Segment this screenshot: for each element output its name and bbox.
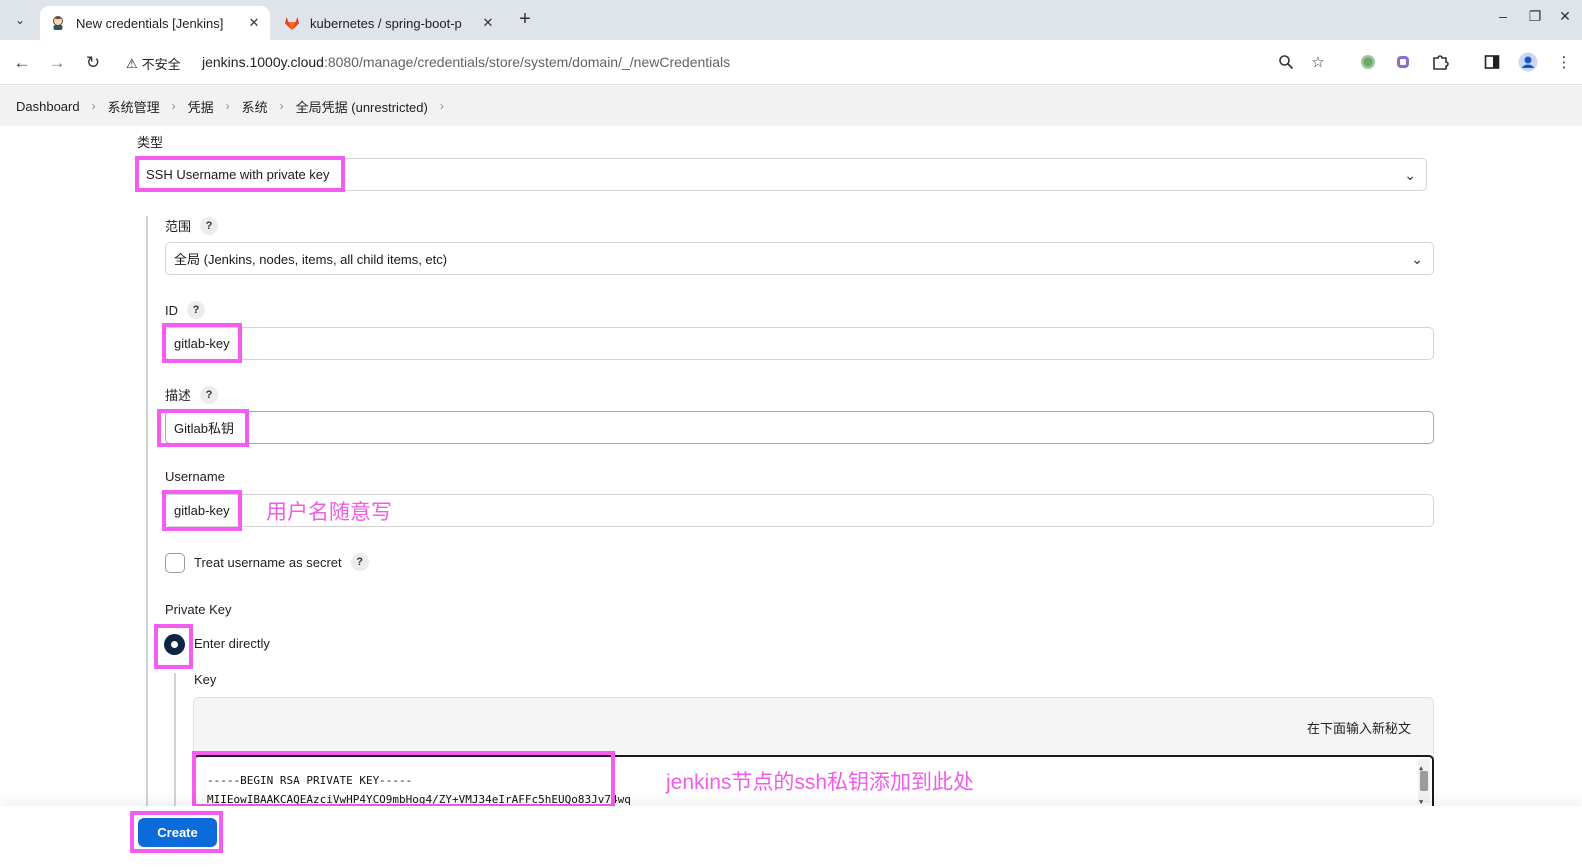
jenkins-favicon-icon bbox=[53, 16, 63, 30]
nested-section-line bbox=[174, 673, 176, 806]
browser-tab-bar: ⌄ New credentials [Jenkins] ✕ kubernetes… bbox=[0, 0, 1582, 40]
username-secret-checkbox[interactable] bbox=[165, 553, 185, 573]
radio-dot bbox=[171, 641, 178, 648]
breadcrumb-chevron-icon[interactable]: › bbox=[440, 99, 444, 113]
nested-section-line bbox=[146, 216, 148, 806]
username-secret-label[interactable]: Treat username as secret ? bbox=[194, 553, 369, 571]
new-tab-plus-icon[interactable]: + bbox=[512, 8, 538, 32]
extensions-puzzle-icon[interactable] bbox=[1429, 51, 1451, 73]
breadcrumb-global-credentials[interactable]: 全局凭据 (unrestricted) bbox=[296, 97, 428, 116]
textarea-scrollbar[interactable]: ▲ ▼ bbox=[1418, 759, 1430, 806]
key-hint: 在下面输入新秘文 bbox=[1306, 721, 1411, 736]
description-field-value: Gitlab私钥 bbox=[174, 421, 234, 436]
create-button[interactable]: Create bbox=[138, 818, 217, 847]
close-tab-icon[interactable]: ✕ bbox=[478, 13, 498, 33]
url-path: :8080/manage/credentials/store/system/do… bbox=[323, 54, 731, 70]
chevron-down-icon: ⌄ bbox=[1411, 251, 1423, 267]
help-icon[interactable]: ? bbox=[187, 301, 205, 319]
url-host: jenkins.1000y.cloud bbox=[202, 54, 324, 70]
profile-avatar-icon[interactable] bbox=[1517, 51, 1539, 73]
address-bar[interactable]: ⚠ 不安全 jenkins.1000y.cloud:8080/manage/cr… bbox=[118, 45, 1346, 80]
private-key-label: Private Key bbox=[165, 602, 232, 617]
close-window-icon[interactable]: ✕ bbox=[1553, 8, 1577, 25]
breadcrumb-chevron-icon: › bbox=[279, 99, 284, 113]
forward-arrow-icon[interactable]: → bbox=[44, 50, 70, 76]
tab-title: New credentials [Jenkins] bbox=[76, 15, 224, 31]
help-icon[interactable]: ? bbox=[350, 553, 369, 571]
minimize-icon[interactable]: – bbox=[1491, 8, 1515, 24]
id-label-text: ID bbox=[165, 302, 178, 318]
restore-icon[interactable]: ❐ bbox=[1523, 8, 1547, 25]
breadcrumb-chevron-icon: › bbox=[225, 99, 230, 113]
kind-select-value: SSH Username with private key bbox=[146, 167, 330, 182]
browser-toolbar: ← → ↻ ⚠ 不安全 jenkins.1000y.cloud:8080/man… bbox=[0, 40, 1582, 85]
breadcrumb-system[interactable]: 系统 bbox=[242, 97, 268, 116]
back-arrow-icon[interactable]: ← bbox=[9, 50, 35, 76]
new-credentials-form: 类型 SSH Username with private key ⌄ 范围 ? … bbox=[0, 126, 1582, 806]
scope-label-text: 范围 bbox=[165, 219, 192, 234]
scope-select-value: 全局 (Jenkins, nodes, items, all child ite… bbox=[174, 252, 448, 267]
scroll-down-icon[interactable]: ▼ bbox=[1419, 793, 1423, 806]
scope-select[interactable]: 全局 (Jenkins, nodes, items, all child ite… bbox=[165, 242, 1434, 275]
insecure-label: 不安全 bbox=[141, 57, 181, 72]
bookmark-star-icon[interactable]: ☆ bbox=[1307, 51, 1329, 73]
tab-kubernetes-gitlab[interactable]: kubernetes / spring-boot-p ✕ bbox=[274, 6, 504, 40]
reload-icon[interactable]: ↻ bbox=[80, 50, 106, 76]
breadcrumb-dashboard[interactable]: Dashboard bbox=[16, 99, 80, 114]
id-label: ID ? bbox=[165, 301, 205, 319]
form-footer: Create bbox=[0, 806, 1582, 867]
tab-new-credentials[interactable]: New credentials [Jenkins] ✕ bbox=[40, 6, 270, 40]
description-label: 描述 ? bbox=[165, 385, 219, 404]
username-label: Username bbox=[165, 469, 225, 484]
kind-select[interactable]: SSH Username with private key ⌄ bbox=[137, 158, 1427, 191]
key-label: Key bbox=[194, 672, 217, 687]
username-annotation: 用户名随意写 bbox=[266, 501, 392, 524]
breadcrumb-chevron-icon: › bbox=[91, 99, 96, 113]
side-panel-icon[interactable] bbox=[1481, 51, 1503, 73]
description-field[interactable]: Gitlab私钥 bbox=[165, 411, 1434, 444]
username-secret-label-text: Treat username as secret bbox=[194, 554, 342, 570]
key-annotation: jenkins节点的ssh私钥添加到此处 bbox=[666, 771, 975, 794]
zoom-magnifier-icon[interactable] bbox=[1275, 51, 1297, 73]
security-indicator[interactable]: ⚠ 不安全 bbox=[126, 54, 181, 73]
extension-green-icon[interactable] bbox=[1357, 51, 1379, 73]
enter-directly-label[interactable]: Enter directly bbox=[194, 636, 270, 651]
breadcrumb-credentials[interactable]: 凭据 bbox=[188, 97, 214, 116]
scope-label: 范围 ? bbox=[165, 216, 219, 235]
help-icon[interactable]: ? bbox=[200, 216, 219, 235]
breadcrumb-manage[interactable]: 系统管理 bbox=[108, 97, 160, 116]
username-field-value: gitlab-key bbox=[174, 503, 230, 518]
scroll-thumb[interactable] bbox=[1420, 771, 1428, 791]
gitlab-favicon-icon bbox=[285, 17, 299, 30]
url-text: jenkins.1000y.cloud:8080/manage/credenti… bbox=[202, 54, 730, 70]
tab-search-chevron-icon[interactable]: ⌄ bbox=[8, 8, 32, 32]
id-field[interactable]: gitlab-key bbox=[165, 327, 1434, 360]
id-field-value: gitlab-key bbox=[174, 336, 230, 351]
chevron-down-icon: ⌄ bbox=[1404, 167, 1416, 183]
kind-label: 类型 bbox=[137, 135, 164, 150]
warning-triangle-icon: ⚠ bbox=[126, 55, 138, 71]
help-icon[interactable]: ? bbox=[200, 385, 219, 404]
enter-directly-radio[interactable] bbox=[164, 634, 185, 655]
description-label-text: 描述 bbox=[165, 388, 192, 403]
tab-title: kubernetes / spring-boot-p bbox=[310, 15, 462, 31]
breadcrumb-chevron-icon: › bbox=[171, 99, 176, 113]
browser-menu-icon[interactable]: ⋮ bbox=[1553, 51, 1575, 73]
extension-purple-icon[interactable] bbox=[1392, 51, 1414, 73]
breadcrumb: Dashboard › 系统管理 › 凭据 › 系统 › 全局凭据 (unres… bbox=[0, 86, 1582, 126]
close-tab-icon[interactable]: ✕ bbox=[244, 13, 264, 33]
